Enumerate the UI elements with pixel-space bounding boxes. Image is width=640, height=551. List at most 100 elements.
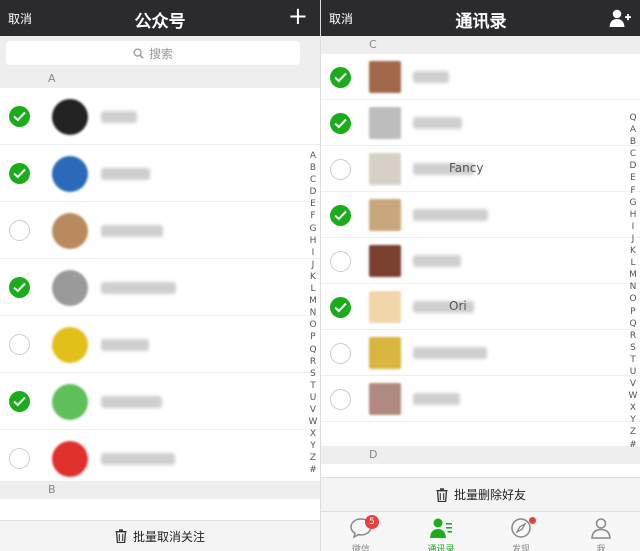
- index-letter[interactable]: Z: [310, 452, 316, 464]
- index-letter[interactable]: E: [630, 172, 636, 184]
- index-letter[interactable]: H: [310, 235, 317, 247]
- index-letter[interactable]: N: [630, 281, 637, 293]
- index-letter[interactable]: D: [310, 186, 317, 198]
- index-letter[interactable]: B: [630, 136, 636, 148]
- checked-circle-icon[interactable]: [330, 113, 351, 134]
- index-letter[interactable]: H: [630, 209, 637, 221]
- contact-list-item[interactable]: Fancy: [321, 146, 640, 192]
- index-letter[interactable]: M: [309, 295, 317, 307]
- index-letter[interactable]: U: [310, 392, 317, 404]
- index-letter[interactable]: F: [630, 185, 635, 197]
- index-letter[interactable]: A: [630, 124, 636, 136]
- index-letter[interactable]: X: [310, 428, 316, 440]
- index-letter[interactable]: K: [310, 271, 316, 283]
- checked-circle-icon[interactable]: [9, 106, 30, 127]
- index-letter[interactable]: C: [630, 148, 636, 160]
- tab-discover[interactable]: 发现: [481, 514, 561, 551]
- index-letter[interactable]: O: [629, 293, 636, 305]
- blurred-name: [101, 282, 176, 294]
- contact-list-item[interactable]: [321, 376, 640, 422]
- index-letter[interactable]: T: [630, 354, 636, 366]
- batch-unfollow-button[interactable]: 批量取消关注: [0, 520, 320, 551]
- index-letter[interactable]: #: [629, 439, 637, 451]
- tab-chats[interactable]: 5 微信: [321, 514, 401, 551]
- avatar: [369, 245, 401, 277]
- index-letter[interactable]: I: [312, 247, 315, 259]
- tab-me[interactable]: 我: [561, 514, 640, 551]
- index-letter[interactable]: Y: [630, 414, 636, 426]
- alphabet-index[interactable]: Q A B C D E F G H I J K L M N O P Q R S T U V W X Y Z #: [626, 112, 640, 451]
- index-letter[interactable]: N: [310, 307, 317, 319]
- index-letter[interactable]: G: [310, 223, 317, 235]
- index-letter[interactable]: U: [630, 366, 637, 378]
- account-list-item[interactable]: [0, 88, 320, 145]
- index-letter[interactable]: S: [630, 342, 636, 354]
- checked-circle-icon[interactable]: [330, 205, 351, 226]
- index-letter[interactable]: D: [630, 160, 637, 172]
- index-letter[interactable]: X: [630, 402, 636, 414]
- index-letter[interactable]: J: [632, 233, 635, 245]
- account-list-item[interactable]: [0, 373, 320, 430]
- contact-list-item[interactable]: [321, 238, 640, 284]
- index-letter[interactable]: V: [310, 404, 316, 416]
- index-letter[interactable]: T: [310, 380, 316, 392]
- checked-circle-icon[interactable]: [9, 163, 30, 184]
- checked-circle-icon[interactable]: [330, 297, 351, 318]
- blurred-name: [413, 71, 449, 83]
- left-navbar: 取消 公众号 +: [0, 0, 320, 36]
- unchecked-circle-icon[interactable]: [330, 343, 351, 364]
- add-plus-icon[interactable]: +: [288, 3, 308, 29]
- index-letter[interactable]: Q: [629, 112, 636, 124]
- contact-list-item[interactable]: [321, 330, 640, 376]
- index-letter[interactable]: W: [309, 416, 318, 428]
- index-letter[interactable]: C: [310, 174, 316, 186]
- account-list-item[interactable]: [0, 316, 320, 373]
- index-letter[interactable]: P: [630, 306, 635, 318]
- contact-list-item[interactable]: [321, 192, 640, 238]
- account-list-item[interactable]: [0, 202, 320, 259]
- unchecked-circle-icon[interactable]: [9, 220, 30, 241]
- index-letter[interactable]: W: [629, 390, 638, 402]
- tab-contacts[interactable]: 通讯录: [401, 514, 481, 551]
- index-letter[interactable]: R: [630, 330, 636, 342]
- unchecked-circle-icon[interactable]: [330, 159, 351, 180]
- index-letter[interactable]: Q: [309, 344, 316, 356]
- index-letter[interactable]: L: [630, 257, 635, 269]
- unchecked-circle-icon[interactable]: [330, 389, 351, 410]
- checked-circle-icon[interactable]: [9, 391, 30, 412]
- index-letter[interactable]: J: [312, 259, 315, 271]
- index-letter[interactable]: L: [310, 283, 315, 295]
- batch-delete-friends-button[interactable]: 批量删除好友: [321, 477, 640, 511]
- index-letter[interactable]: S: [310, 368, 316, 380]
- index-letter[interactable]: Y: [310, 440, 316, 452]
- account-list-item[interactable]: [0, 259, 320, 316]
- alphabet-index[interactable]: A B C D E F G H I J K L M N O P Q R S T U V W X Y Z #: [306, 150, 320, 477]
- index-letter[interactable]: O: [309, 319, 316, 331]
- unchecked-circle-icon[interactable]: [330, 251, 351, 272]
- index-letter[interactable]: B: [310, 162, 316, 174]
- account-list-item[interactable]: [0, 430, 320, 487]
- index-letter[interactable]: E: [310, 198, 316, 210]
- index-letter[interactable]: #: [309, 464, 317, 476]
- index-letter[interactable]: Q: [629, 318, 636, 330]
- index-letter[interactable]: M: [629, 269, 637, 281]
- index-letter[interactable]: F: [310, 210, 315, 222]
- checked-circle-icon[interactable]: [330, 67, 351, 88]
- index-letter[interactable]: G: [630, 197, 637, 209]
- index-letter[interactable]: K: [630, 245, 636, 257]
- add-friend-icon[interactable]: [609, 8, 631, 28]
- index-letter[interactable]: A: [310, 150, 316, 162]
- index-letter[interactable]: Z: [630, 426, 636, 438]
- unchecked-circle-icon[interactable]: [9, 334, 30, 355]
- contact-list-item[interactable]: [321, 54, 640, 100]
- index-letter[interactable]: R: [310, 356, 316, 368]
- contact-list-item[interactable]: [321, 100, 640, 146]
- account-list-item[interactable]: [0, 145, 320, 202]
- search-input[interactable]: 搜索: [6, 41, 300, 65]
- unchecked-circle-icon[interactable]: [9, 448, 30, 469]
- contact-list-item[interactable]: Ori: [321, 284, 640, 330]
- index-letter[interactable]: P: [310, 331, 315, 343]
- checked-circle-icon[interactable]: [9, 277, 30, 298]
- index-letter[interactable]: V: [630, 378, 636, 390]
- index-letter[interactable]: I: [632, 221, 635, 233]
